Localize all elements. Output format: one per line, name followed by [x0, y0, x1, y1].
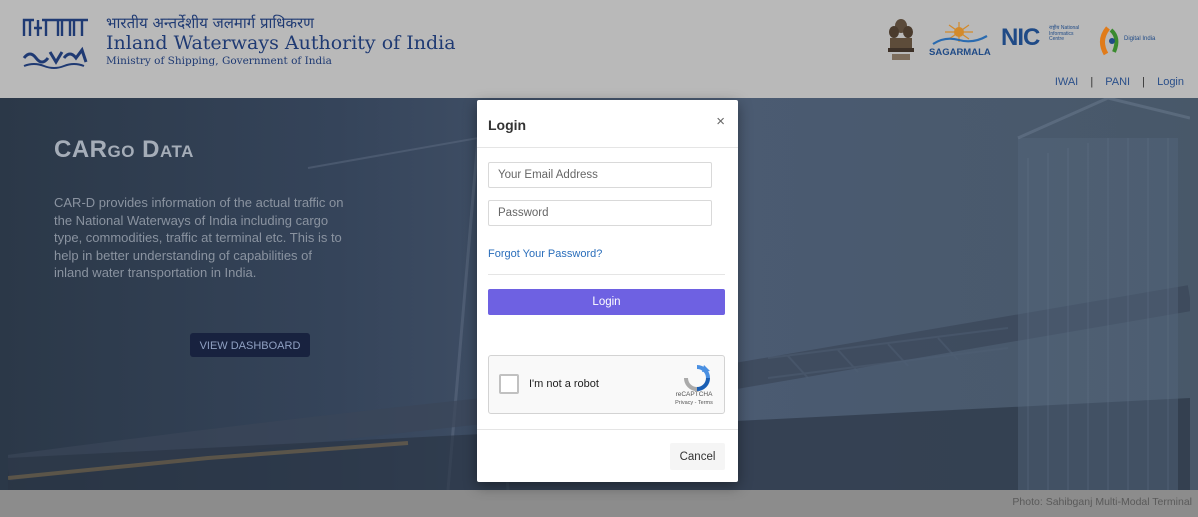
org-title-english: Inland Waterways Authority of India: [106, 32, 456, 54]
nav-link-iwai[interactable]: IWAI: [1055, 76, 1078, 88]
forgot-password-link[interactable]: Forgot Your Password?: [488, 248, 602, 260]
recaptcha-widget: I'm not a robot reCAPTCHA Privacy - Term…: [488, 355, 725, 414]
org-title-hindi: भारतीय अन्तर्देशीय जलमार्ग प्राधिकरण: [106, 14, 315, 32]
recaptcha-label: I'm not a robot: [529, 378, 599, 390]
recaptcha-terms[interactable]: Privacy - Terms: [672, 400, 716, 406]
recaptcha-checkbox[interactable]: [499, 374, 519, 394]
nav-separator: |: [1090, 76, 1094, 88]
emblem-icon: [886, 16, 916, 71]
login-modal: Login × Forgot Your Password? Login I'm …: [477, 100, 738, 482]
nic-sublabel: राष्ट्रीय National Informatics Centre: [1049, 25, 1080, 42]
digital-india-icon[interactable]: Digital India: [1096, 24, 1166, 56]
hero-title: CARgo Data: [54, 136, 194, 163]
iwai-logo-icon[interactable]: [20, 14, 92, 70]
cancel-button[interactable]: Cancel: [670, 443, 725, 470]
site-header: भारतीय अन्तर्देशीय जलमार्ग प्राधिकरण Inl…: [0, 0, 1198, 98]
view-dashboard-button[interactable]: VIEW DASHBOARD: [190, 333, 310, 357]
nav-link-pani[interactable]: PANI: [1105, 76, 1130, 88]
recaptcha-icon: [684, 365, 710, 391]
recaptcha-brand: reCAPTCHA: [675, 391, 713, 398]
nav-separator: |: [1142, 76, 1146, 88]
digital-india-label: Digital India: [1124, 36, 1156, 42]
email-input[interactable]: [488, 162, 712, 188]
page-footer: Photo: Sahibganj Multi-Modal Terminal: [0, 490, 1198, 517]
hero-description: CAR-D provides information of the actual…: [54, 195, 344, 280]
password-input[interactable]: [488, 200, 712, 226]
close-icon[interactable]: ×: [716, 114, 725, 130]
modal-title: Login: [488, 117, 527, 133]
photo-credit: Photo: Sahibganj Multi-Modal Terminal: [1012, 496, 1192, 508]
sagarmala-label: SAGARMALA: [929, 47, 991, 58]
org-subtitle: Ministry of Shipping, Government of Indi…: [106, 55, 332, 67]
nic-label: NIC: [1001, 24, 1040, 51]
modal-divider: [477, 429, 738, 430]
login-submit-button[interactable]: Login: [488, 289, 725, 315]
org-title-block: भारतीय अन्तर्देशीय जलमार्ग प्राधिकरण Inl…: [106, 14, 456, 68]
top-nav: IWAI | PANI | Login: [1055, 76, 1184, 88]
modal-divider: [477, 147, 738, 148]
nav-link-login[interactable]: Login: [1157, 76, 1184, 88]
modal-divider: [488, 274, 725, 275]
sagarmala-icon[interactable]: SAGARMALA: [925, 22, 995, 63]
nic-icon[interactable]: NIC राष्ट्रीय National Informatics Centr…: [1001, 24, 1081, 54]
